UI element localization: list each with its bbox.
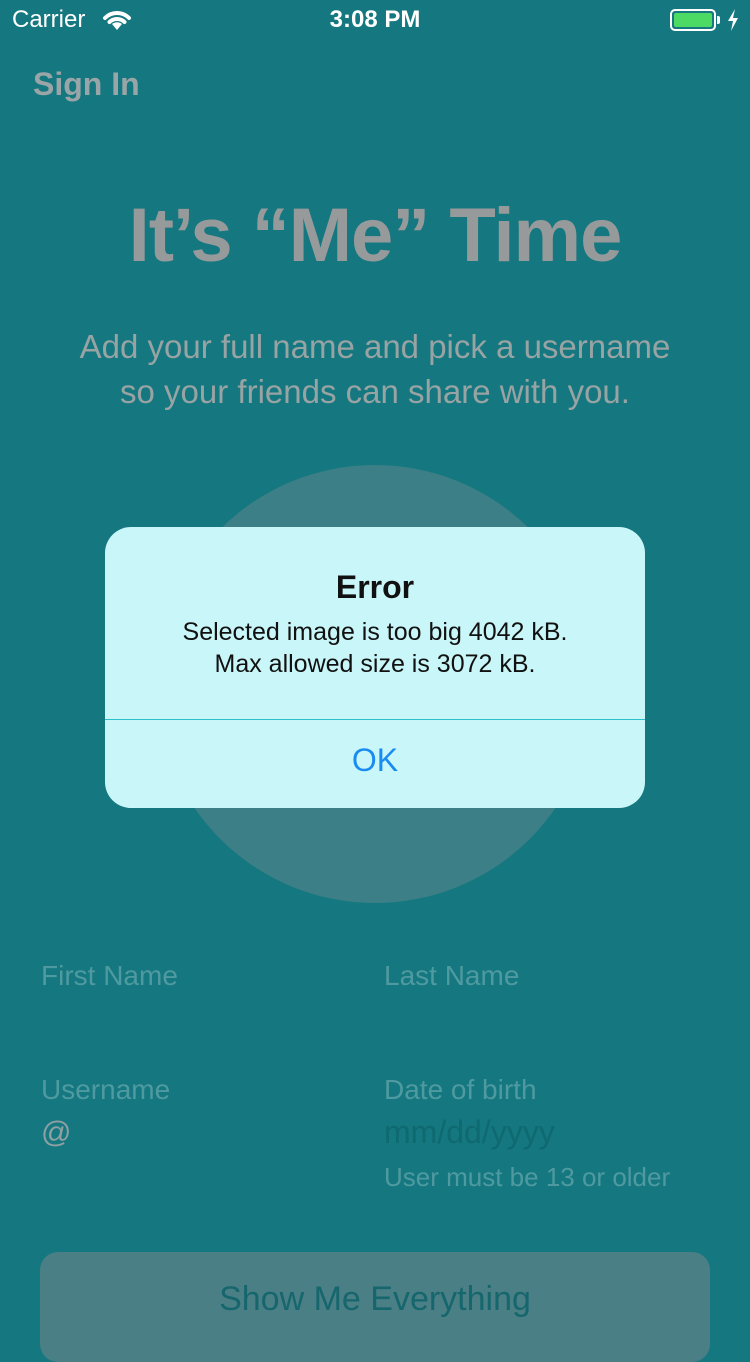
- ok-button[interactable]: OK: [105, 720, 645, 808]
- show-me-everything-button[interactable]: Show Me Everything: [40, 1252, 710, 1362]
- battery-icon: [670, 9, 716, 31]
- subtitle-line-2: so your friends can share with you.: [120, 373, 630, 410]
- charging-bolt-icon: [728, 9, 738, 31]
- dob-input[interactable]: mm/dd/yyyy: [384, 1114, 555, 1151]
- page-title: It’s “Me” Time: [128, 193, 623, 278]
- subtitle-line-1: Add your full name and pick a username: [79, 328, 671, 365]
- status-bar: Carrier 3:08 PM: [0, 0, 750, 40]
- sign-in-link[interactable]: Sign In: [33, 66, 140, 103]
- battery-cap: [717, 16, 720, 24]
- error-alert: Error Selected image is too big 4042 kB.…: [105, 527, 645, 808]
- alert-title: Error: [335, 569, 415, 605]
- alert-message-line-1: Selected image is too big 4042 kB.: [182, 618, 568, 646]
- first-name-field[interactable]: First Name: [41, 960, 178, 992]
- alert-message-line-2: Max allowed size is 3072 kB.: [214, 650, 536, 678]
- page-subtitle: Add your full name and pick a username s…: [40, 324, 710, 414]
- username-input[interactable]: @: [41, 1116, 71, 1150]
- status-time: 3:08 PM: [329, 6, 421, 33]
- cta-label: Show Me Everything: [219, 1280, 531, 1318]
- last-name-field[interactable]: Last Name: [384, 960, 519, 992]
- dob-helper-text: User must be 13 or older: [384, 1162, 671, 1192]
- ok-button-label: OK: [351, 742, 399, 778]
- username-label: Username: [41, 1074, 171, 1105]
- dob-label: Date of birth: [384, 1074, 537, 1105]
- alert-message: Selected image is too big 4042 kB. Max a…: [125, 616, 625, 680]
